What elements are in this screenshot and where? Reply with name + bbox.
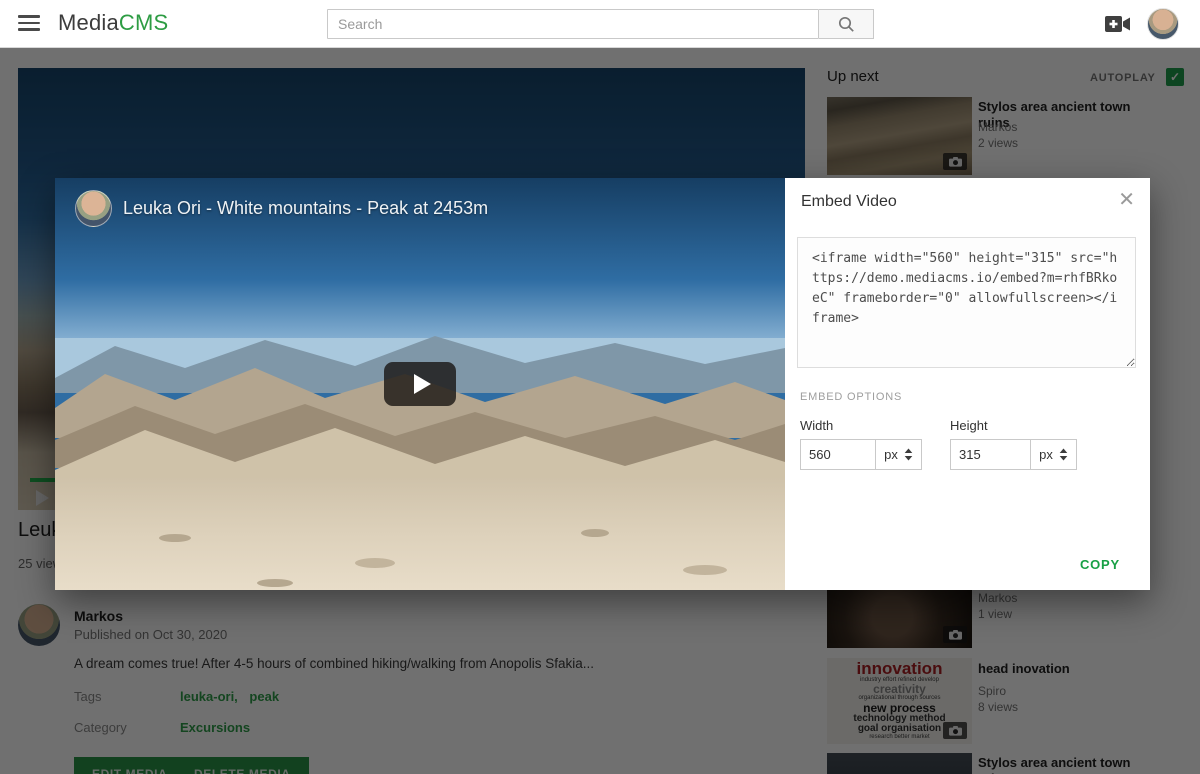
height-unit-select[interactable]: px bbox=[1030, 439, 1077, 470]
video-preview: Leuka Ori - White mountains - Peak at 24… bbox=[55, 178, 785, 590]
search-button[interactable] bbox=[819, 9, 874, 39]
width-unit-value: px bbox=[884, 447, 898, 462]
top-bar: MediaCMS bbox=[0, 0, 1200, 48]
logo-media: Media bbox=[58, 10, 119, 35]
close-icon[interactable]: ✕ bbox=[1118, 190, 1135, 210]
width-input[interactable] bbox=[800, 439, 876, 470]
width-unit-select[interactable]: px bbox=[875, 439, 922, 470]
height-unit-value: px bbox=[1039, 447, 1053, 462]
embed-code-textarea[interactable]: <iframe width="560" height="315" src="ht… bbox=[797, 237, 1136, 368]
overlay-author-avatar[interactable] bbox=[75, 190, 112, 227]
width-label: Width bbox=[800, 418, 833, 433]
up-down-arrows-icon bbox=[904, 448, 913, 461]
videocam-plus-icon bbox=[1105, 14, 1133, 34]
embed-options-label: EMBED OPTIONS bbox=[800, 391, 902, 403]
mediacms-page: MediaCMS Leuka Ori - White mountains bbox=[0, 0, 1200, 774]
overlay-video-title: Leuka Ori - White mountains - Peak at 24… bbox=[123, 198, 488, 219]
user-avatar[interactable] bbox=[1147, 8, 1179, 40]
height-input[interactable] bbox=[950, 439, 1031, 470]
modal-title: Embed Video bbox=[801, 193, 897, 211]
copy-button[interactable]: COPY bbox=[1080, 557, 1120, 572]
up-down-arrows-icon bbox=[1059, 448, 1068, 461]
height-label: Height bbox=[950, 418, 988, 433]
play-triangle-icon bbox=[414, 374, 431, 394]
logo-cms: CMS bbox=[119, 10, 169, 35]
search-field-wrap bbox=[327, 9, 819, 39]
menu-icon[interactable] bbox=[18, 15, 40, 31]
upload-media-button[interactable] bbox=[1105, 14, 1133, 34]
embed-panel: Embed Video ✕ <iframe width="560" height… bbox=[785, 178, 1150, 590]
search-input[interactable] bbox=[327, 9, 819, 39]
magnifier-icon bbox=[837, 15, 855, 33]
logo[interactable]: MediaCMS bbox=[58, 10, 168, 36]
embed-video-modal: Leuka Ori - White mountains - Peak at 24… bbox=[55, 178, 1150, 590]
play-button[interactable] bbox=[384, 362, 456, 406]
